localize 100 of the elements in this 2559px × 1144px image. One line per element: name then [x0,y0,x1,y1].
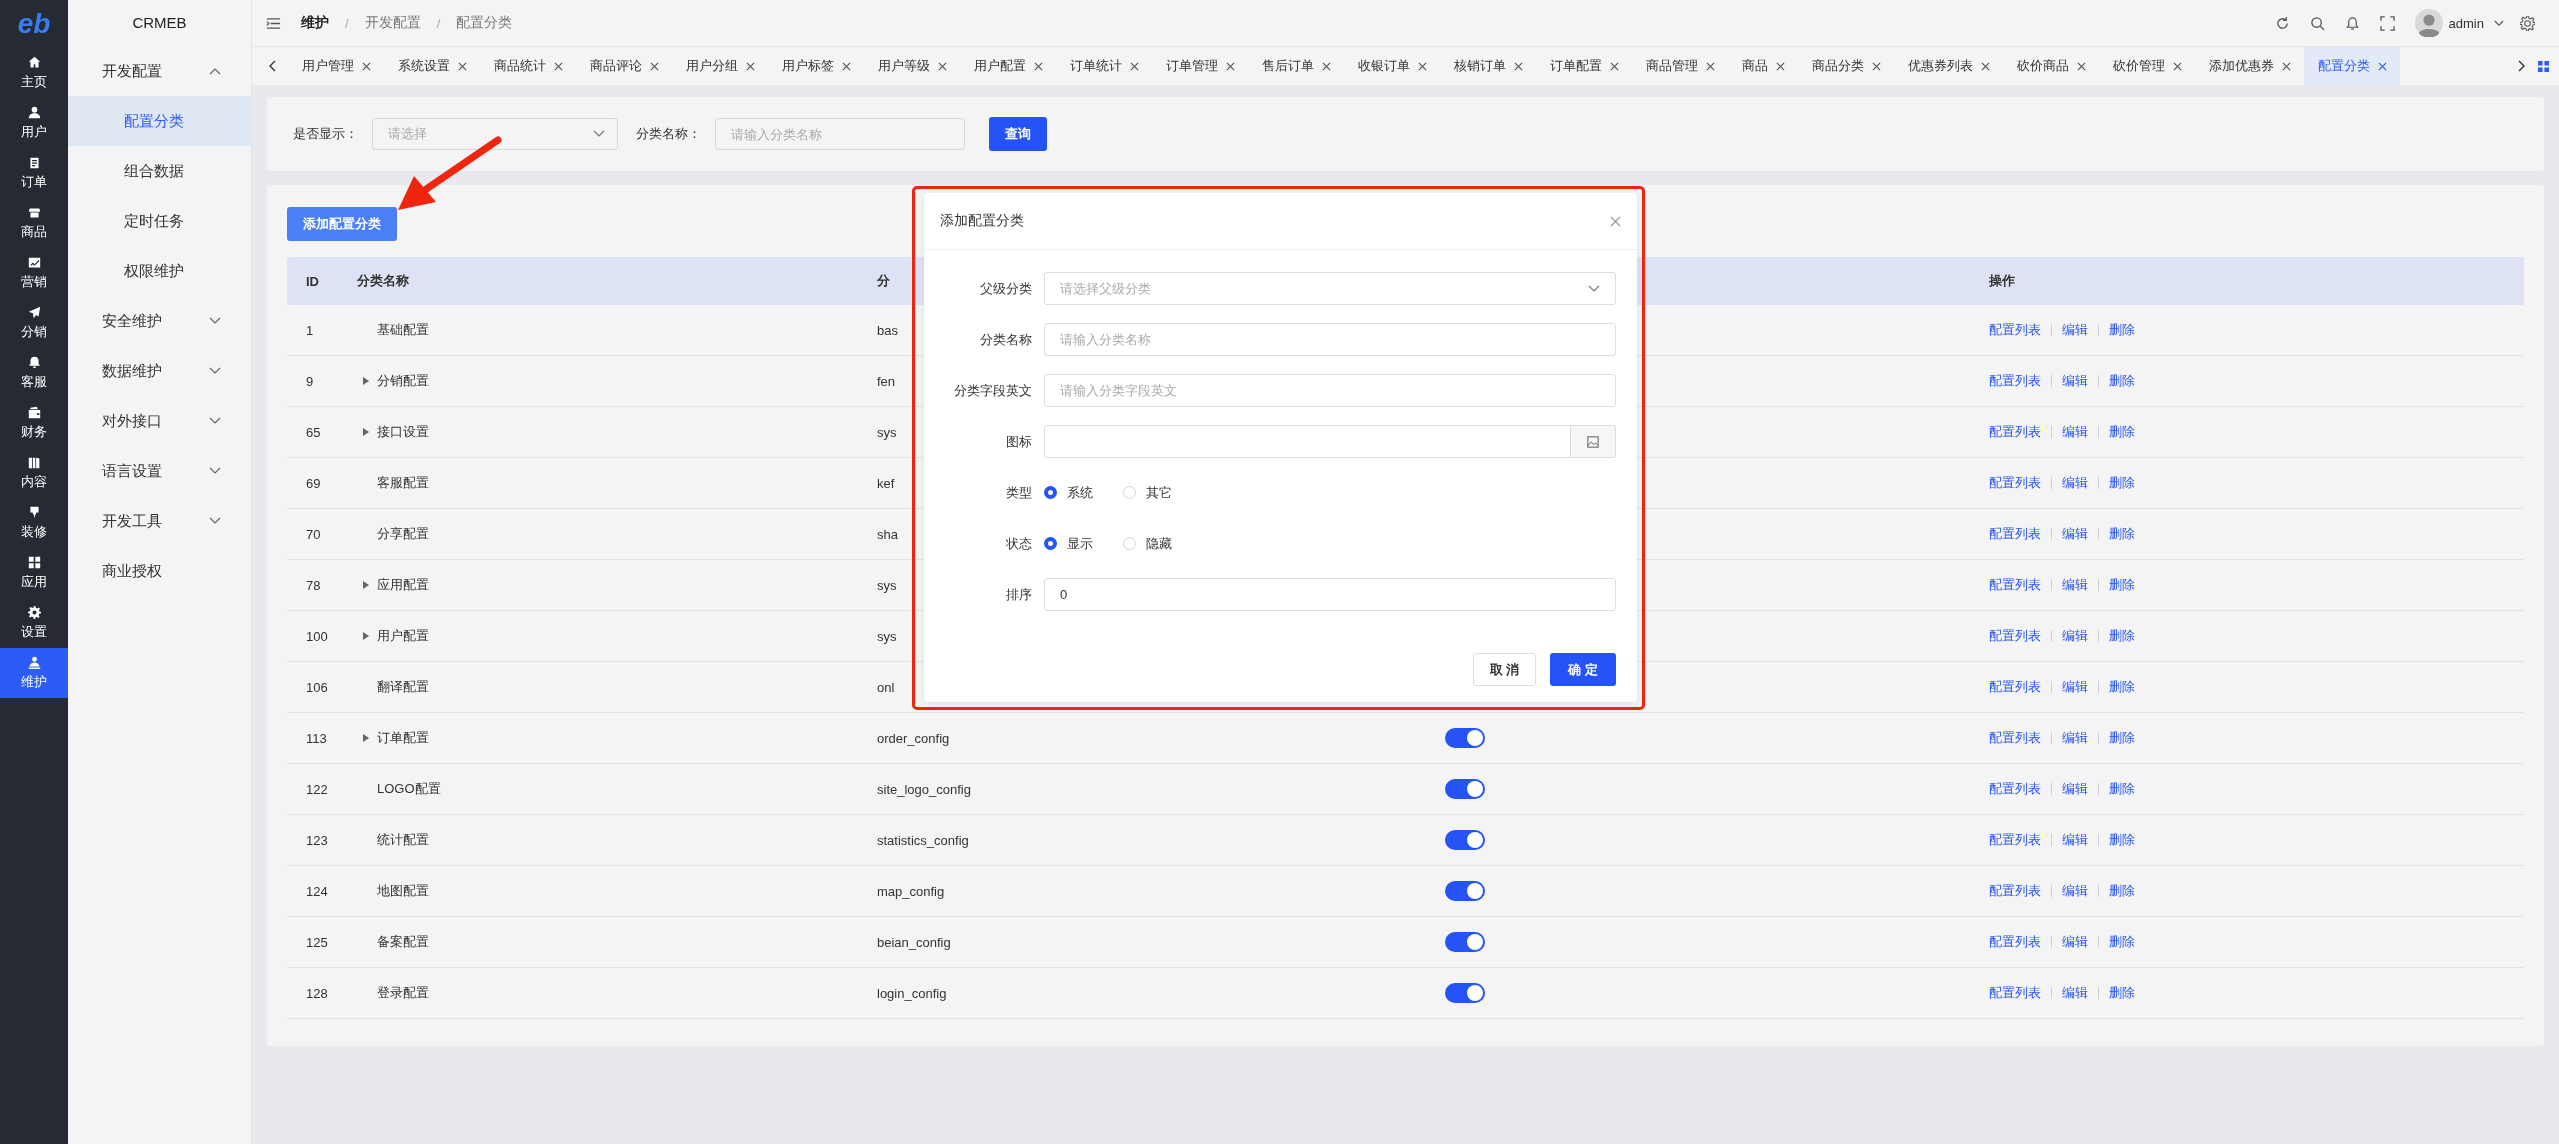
grid-icon[interactable] [2538,60,2549,72]
action-link[interactable]: 编辑 [2062,372,2088,390]
action-link[interactable]: 编辑 [2062,831,2088,849]
breadcrumb-item[interactable]: 开发配置 [364,14,421,32]
action-link[interactable]: 删除 [2109,423,2135,441]
cancel-button[interactable]: 取 消 [1472,653,1537,686]
action-link[interactable]: 编辑 [2062,474,2088,492]
close-icon[interactable] [842,61,851,71]
action-link[interactable]: 配置列表 [1989,933,2041,951]
rail-item[interactable]: 应用 [0,548,68,598]
tab[interactable]: 订单统计 [1056,47,1152,85]
settings-icon[interactable] [2520,15,2535,31]
close-icon[interactable] [458,61,467,71]
sidebar-item[interactable]: 安全维护 [68,296,251,346]
close-icon[interactable] [1418,61,1427,71]
tab[interactable]: 砍价商品 [2003,47,2099,85]
rail-item[interactable]: 财务 [0,398,68,448]
close-icon[interactable] [2173,61,2182,71]
username[interactable]: admin [2448,15,2484,31]
action-link[interactable]: 配置列表 [1989,678,2041,696]
toggle-switch[interactable] [1445,881,1485,901]
toggle-switch[interactable] [1445,728,1485,748]
action-link[interactable]: 删除 [2109,678,2135,696]
action-link[interactable]: 编辑 [2062,576,2088,594]
action-link[interactable]: 删除 [2109,831,2135,849]
tab[interactable]: 砍价管理 [2099,47,2195,85]
action-link[interactable]: 配置列表 [1989,321,2041,339]
add-button[interactable]: 添加配置分类 [287,207,397,241]
fullscreen-icon[interactable] [2379,15,2395,31]
radio-option[interactable]: 系统 [1044,483,1093,502]
confirm-button[interactable]: 确 定 [1550,653,1616,686]
action-link[interactable]: 删除 [2109,372,2135,390]
close-icon[interactable] [2378,61,2387,71]
tab[interactable]: 商品 [1728,47,1798,85]
rail-item[interactable]: 分销 [0,298,68,348]
toggle-switch[interactable] [1445,830,1485,850]
action-link[interactable]: 删除 [2109,525,2135,543]
action-link[interactable]: 配置列表 [1989,372,2041,390]
close-icon[interactable] [554,61,563,71]
menu-icon[interactable] [266,15,281,31]
close-icon[interactable] [2282,61,2291,71]
action-link[interactable]: 编辑 [2062,729,2088,747]
tab[interactable]: 商品管理 [1632,47,1728,85]
sidebar-item[interactable]: 开发工具 [68,496,251,546]
toggle-switch[interactable] [1445,983,1485,1003]
image-button[interactable] [1571,425,1616,458]
close-icon[interactable] [746,61,755,71]
scroll-right-icon[interactable] [2518,60,2526,72]
sidebar-item[interactable]: 开发配置 [68,46,251,96]
sidebar-subitem[interactable]: 组合数据 [68,146,251,196]
expand-icon[interactable] [363,581,369,589]
action-link[interactable]: 编辑 [2062,882,2088,900]
rail-item[interactable]: 用户 [0,98,68,148]
input-field[interactable]: 请输入分类名称 [1044,323,1616,356]
close-icon[interactable] [938,61,947,71]
tab[interactable]: 订单管理 [1152,47,1248,85]
action-link[interactable]: 删除 [2109,933,2135,951]
close-icon[interactable] [1706,61,1715,71]
close-icon[interactable] [2077,61,2086,71]
action-link[interactable]: 删除 [2109,321,2135,339]
action-link[interactable]: 配置列表 [1989,576,2041,594]
rail-item[interactable]: 维护 [0,648,68,698]
action-link[interactable]: 配置列表 [1989,474,2041,492]
action-link[interactable]: 删除 [2109,576,2135,594]
rail-item[interactable]: 订单 [0,148,68,198]
action-link[interactable]: 配置列表 [1989,423,2041,441]
close-icon[interactable] [1776,61,1785,71]
tab[interactable]: 用户管理 [288,47,384,85]
action-link[interactable]: 配置列表 [1989,984,2041,1002]
search-icon[interactable] [2309,15,2325,31]
close-icon[interactable] [1514,61,1523,71]
action-link[interactable]: 配置列表 [1989,780,2041,798]
action-link[interactable]: 编辑 [2062,933,2088,951]
rail-item[interactable]: 主页 [0,48,68,98]
close-icon[interactable] [1872,61,1881,71]
action-link[interactable]: 删除 [2109,984,2135,1002]
scroll-left-icon[interactable] [268,60,276,72]
close-icon[interactable] [1981,61,1990,71]
sidebar-subitem[interactable]: 定时任务 [68,196,251,246]
action-link[interactable]: 配置列表 [1989,831,2041,849]
toggle-switch[interactable] [1445,779,1485,799]
tab[interactable]: 添加优惠券 [2195,47,2304,85]
search-button[interactable]: 查询 [989,117,1047,151]
action-link[interactable]: 删除 [2109,474,2135,492]
close-icon[interactable] [1226,61,1235,71]
close-icon[interactable] [1130,61,1139,71]
action-link[interactable]: 配置列表 [1989,627,2041,645]
expand-icon[interactable] [363,377,369,385]
tab[interactable]: 收银订单 [1344,47,1440,85]
bell-icon[interactable] [2344,15,2360,31]
tab[interactable]: 用户标签 [768,47,864,85]
tab[interactable]: 商品评论 [576,47,672,85]
input-field[interactable] [1044,425,1571,458]
tab[interactable]: 用户分组 [672,47,768,85]
radio-option[interactable]: 隐藏 [1123,534,1172,553]
action-link[interactable]: 编辑 [2062,321,2088,339]
action-link[interactable]: 配置列表 [1989,525,2041,543]
rail-item[interactable]: 装修 [0,498,68,548]
sidebar-subitem[interactable]: 配置分类 [68,96,251,146]
action-link[interactable]: 删除 [2109,780,2135,798]
